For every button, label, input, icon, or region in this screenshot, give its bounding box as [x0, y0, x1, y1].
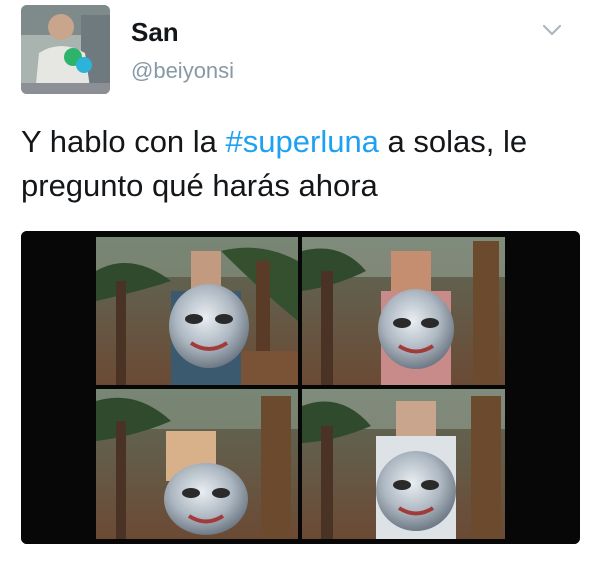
panel-top-left	[96, 237, 298, 385]
chevron-down-icon[interactable]	[540, 18, 564, 42]
panel-bottom-right	[302, 389, 505, 539]
video-still-icon	[21, 231, 580, 544]
tweet-text: Y hablo con la #superluna a solas, le pr…	[21, 120, 581, 208]
author-name[interactable]: San	[131, 17, 179, 48]
hashtag-link[interactable]: #superluna	[226, 124, 379, 159]
panel-top-right	[302, 237, 505, 385]
profile-photo-icon	[21, 5, 110, 94]
tweet-media[interactable]	[21, 231, 580, 544]
panel-bottom-left	[96, 389, 298, 539]
tweet-text-start: Y hablo con la	[21, 124, 226, 159]
author-handle[interactable]: @beiyonsi	[131, 58, 234, 84]
avatar[interactable]	[21, 5, 110, 94]
